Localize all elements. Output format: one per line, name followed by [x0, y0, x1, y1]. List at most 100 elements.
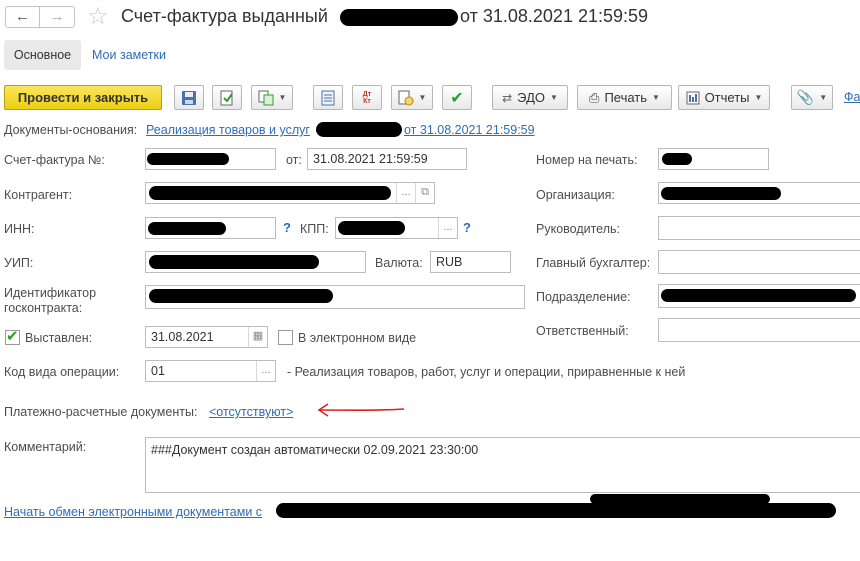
redacted-title-number	[340, 9, 458, 26]
printer-icon: ⎙	[589, 89, 600, 105]
print-button[interactable]: ⎙ Печать ▼	[577, 85, 672, 110]
op-code-description: - Реализация товаров, работ, услуг и опе…	[287, 365, 686, 379]
post-button[interactable]	[212, 85, 242, 110]
head-field[interactable]	[658, 216, 860, 240]
post-and-close-button[interactable]: Провести и закрыть	[4, 85, 162, 110]
back-button[interactable]: ←	[5, 6, 40, 28]
issued-checkbox[interactable]: ✔	[5, 328, 20, 345]
reports-button[interactable]: Отчеты ▼	[678, 85, 770, 110]
chief-accountant-label: Главный бухгалтер:	[536, 256, 651, 270]
comment-label: Комментарий:	[4, 440, 87, 454]
dt-kt-button[interactable]: Дт Кт	[352, 85, 382, 110]
clock-document-icon	[398, 90, 414, 105]
redacted-invoice-number	[147, 153, 229, 165]
inn-label: ИНН:	[4, 222, 35, 236]
payment-docs-label: Платежно-расчетные документы:	[4, 405, 198, 419]
organization-label: Организация:	[536, 188, 615, 202]
op-code-value: 01	[151, 364, 165, 378]
redacted-uip	[149, 255, 319, 269]
select-button[interactable]: ...	[396, 183, 415, 203]
op-code-field[interactable]: 01 ...	[145, 360, 276, 382]
currency-field[interactable]: RUB	[430, 251, 511, 273]
chevron-down-icon: ▼	[278, 93, 287, 102]
date-value: 31.08.2021 21:59:59	[313, 152, 428, 166]
responsible-field[interactable]	[658, 318, 860, 342]
redacted-organization	[661, 187, 781, 200]
chief-accountant-field[interactable]	[658, 250, 860, 274]
tab-main[interactable]: Основное	[4, 40, 81, 70]
currency-label: Валюта:	[375, 256, 423, 270]
kpp-label: КПП:	[300, 222, 329, 236]
redacted-counterparty	[149, 186, 391, 200]
issued-date-value: 31.08.2021	[151, 330, 214, 344]
start-edo-link[interactable]: Начать обмен электронными документами с	[4, 505, 262, 519]
chevron-down-icon: ▼	[819, 93, 828, 102]
contract-id-label: Идентификатор госконтракта:	[4, 286, 97, 315]
head-label: Руководитель:	[536, 222, 621, 236]
tab-main-label: Основное	[13, 48, 72, 62]
redacted-edo-counterparty	[276, 503, 836, 518]
responsible-label: Ответственный:	[536, 324, 629, 338]
title-suffix: от 31.08.2021 21:59:59	[460, 6, 649, 26]
open-icon[interactable]: ⧉	[415, 183, 434, 203]
print-number-label: Номер на печать:	[536, 153, 638, 167]
print-label: Печать	[604, 90, 648, 105]
base-doc-link-date[interactable]: от 31.08.2021 21:59:59	[404, 123, 535, 137]
currency-value: RUB	[436, 255, 463, 269]
kpp-help-icon[interactable]: ?	[463, 220, 471, 235]
redacted-print-number	[662, 153, 692, 165]
save-button[interactable]	[174, 85, 204, 110]
inn-help-icon[interactable]: ?	[283, 220, 291, 235]
comment-value: ###Документ создан автоматически 02.09.2…	[151, 443, 479, 457]
forward-button[interactable]: →	[40, 6, 75, 28]
report-options-button[interactable]: ▼	[391, 85, 433, 110]
checkmark-icon: ✔	[450, 89, 464, 107]
post-and-close-label: Провести и закрыть	[17, 90, 149, 105]
title-prefix: Счет-фактура выданный	[121, 6, 328, 26]
redacted-kpp	[338, 221, 405, 235]
issued-label: Выставлен:	[25, 331, 93, 345]
edo-button[interactable]: ⇄ ЭДО ▼	[492, 85, 568, 110]
date-label: от:	[286, 153, 302, 167]
redacted-edo-counterparty-2	[590, 494, 770, 504]
post-document-icon	[220, 90, 233, 105]
page-title: Счет-фактура выданный	[121, 6, 328, 27]
arrow-right-icon: →	[49, 8, 65, 25]
report-icon	[686, 91, 700, 104]
red-arrow-annotation	[317, 403, 405, 417]
department-label: Подразделение:	[536, 290, 631, 304]
more-link[interactable]: Фа	[844, 90, 860, 104]
comment-textarea[interactable]: ###Документ создан автоматически 02.09.2…	[145, 437, 860, 493]
chevron-down-icon: ▼	[652, 93, 660, 102]
electronic-checkbox[interactable]	[278, 330, 293, 345]
dt-kt-icon: Дт Кт	[362, 90, 372, 105]
check-button[interactable]: ✔	[442, 85, 472, 110]
chevron-down-icon: ▼	[418, 93, 427, 102]
electronic-label: В электронном виде	[298, 331, 417, 345]
date-field[interactable]: 31.08.2021 21:59:59	[307, 148, 467, 170]
paperclip-icon: 📎	[796, 89, 815, 105]
tab-notes[interactable]: Мои заметки	[92, 48, 166, 62]
select-button[interactable]: ...	[256, 361, 275, 381]
payment-docs-link[interactable]: <отсутствуют>	[209, 405, 293, 419]
redacted-base-doc-number	[316, 122, 402, 137]
invoice-number-label: Счет-фактура №:	[4, 153, 105, 167]
checkmark-icon: ✔	[6, 328, 19, 345]
create-based-on-button[interactable]: ▼	[251, 85, 293, 110]
chevron-down-icon: ▼	[549, 93, 558, 102]
select-button[interactable]: ...	[438, 218, 457, 238]
reports-label: Отчеты	[704, 90, 750, 105]
calendar-icon[interactable]: ▦	[248, 327, 267, 347]
edo-icon: ⇄	[502, 90, 513, 105]
redacted-department	[661, 289, 856, 302]
counterparty-label: Контрагент:	[4, 188, 73, 202]
base-doc-link[interactable]: Реализация товаров и услуг	[146, 123, 310, 137]
attach-button[interactable]: 📎 ▼	[791, 85, 833, 110]
edo-label: ЭДО	[517, 90, 545, 105]
redacted-contract-id	[149, 289, 333, 303]
favorite-star-icon[interactable]: ☆	[87, 2, 109, 31]
op-code-label: Код вида операции:	[4, 365, 120, 379]
issued-date-field[interactable]: 31.08.2021 ▦	[145, 326, 268, 348]
journal-button[interactable]	[313, 85, 343, 110]
arrow-left-icon: ←	[15, 8, 30, 25]
